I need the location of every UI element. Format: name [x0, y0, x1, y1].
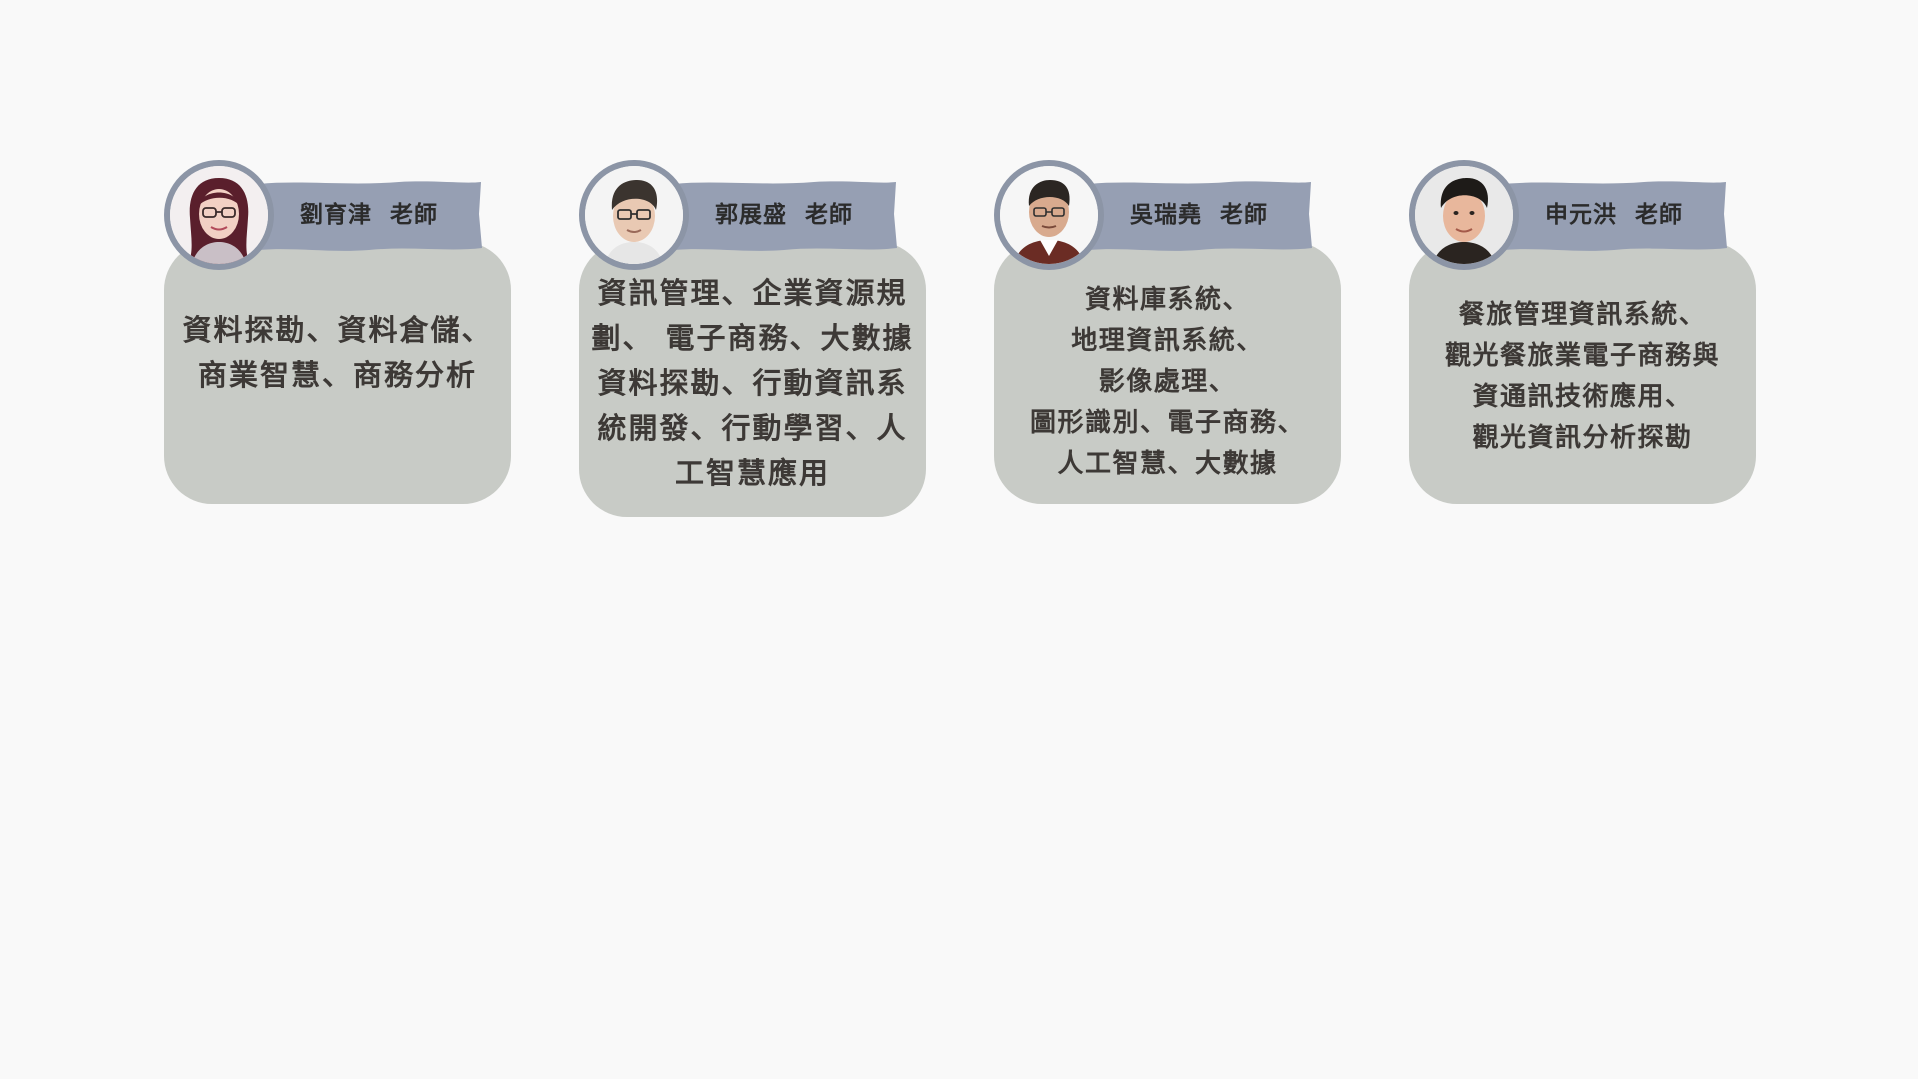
teacher-card-2: 資訊管理、企業資源規劃、 電子商務、大數據資料探勘、行動資訊系統開發、行動學習、…: [579, 160, 926, 700]
teacher-name: 申元洪 老師: [1544, 202, 1683, 228]
teacher-card-body: 餐旅管理資訊系統、 觀光餐旅業電子商務與 資通訊技術應用、 觀光資訊分析探勘: [1409, 242, 1756, 504]
teacher-portrait-2: [585, 166, 683, 264]
teacher-specialty: 餐旅管理資訊系統、 觀光餐旅業電子商務與 資通訊技術應用、 觀光資訊分析探勘: [1444, 300, 1720, 453]
teacher-card-3: 資料庫系統、 地理資訊系統、 影像處理、 圖形識別、電子商務、 人工智慧、大數據…: [994, 160, 1341, 700]
name-banner: 吳瑞堯 老師: [1089, 178, 1314, 252]
teacher-avatar: [164, 160, 274, 270]
teacher-card-body: 資料探勘、資料倉儲、 商業智慧、商務分析: [164, 242, 511, 504]
teacher-card-body: 資料庫系統、 地理資訊系統、 影像處理、 圖形識別、電子商務、 人工智慧、大數據: [994, 242, 1341, 504]
teacher-specialty: 資料探勘、資料倉儲、 商業智慧、商務分析: [182, 313, 493, 392]
teacher-avatar: [579, 160, 689, 270]
teacher-name: 劉育津 老師: [299, 202, 438, 228]
teacher-specialty: 資訊管理、企業資源規劃、 電子商務、大數據資料探勘、行動資訊系統開發、行動學習、…: [591, 276, 914, 490]
name-banner: 申元洪 老師: [1504, 178, 1729, 252]
teacher-avatar: [994, 160, 1104, 270]
teacher-specialty: 資料庫系統、 地理資訊系統、 影像處理、 圖形識別、電子商務、 人工智慧、大數據: [1029, 284, 1305, 479]
teacher-portrait-3: [1000, 166, 1098, 264]
name-banner: 郭展盛 老師: [674, 178, 899, 252]
teacher-card-4: 餐旅管理資訊系統、 觀光餐旅業電子商務與 資通訊技術應用、 觀光資訊分析探勘 申…: [1409, 160, 1756, 700]
teacher-name: 吳瑞堯 老師: [1129, 202, 1268, 228]
teacher-name: 郭展盛 老師: [714, 202, 853, 228]
teacher-portrait-4: [1415, 166, 1513, 264]
teacher-card-body: 資訊管理、企業資源規劃、 電子商務、大數據資料探勘、行動資訊系統開發、行動學習、…: [579, 242, 926, 517]
teacher-page: 資料探勘、資料倉儲、 商業智慧、商務分析 劉育津 老師 資訊管理、企業資源規劃、…: [0, 0, 1918, 1079]
teacher-portrait-1: [170, 166, 268, 264]
teacher-card-1: 資料探勘、資料倉儲、 商業智慧、商務分析 劉育津 老師: [164, 160, 511, 700]
teacher-avatar: [1409, 160, 1519, 270]
name-banner: 劉育津 老師: [259, 178, 484, 252]
